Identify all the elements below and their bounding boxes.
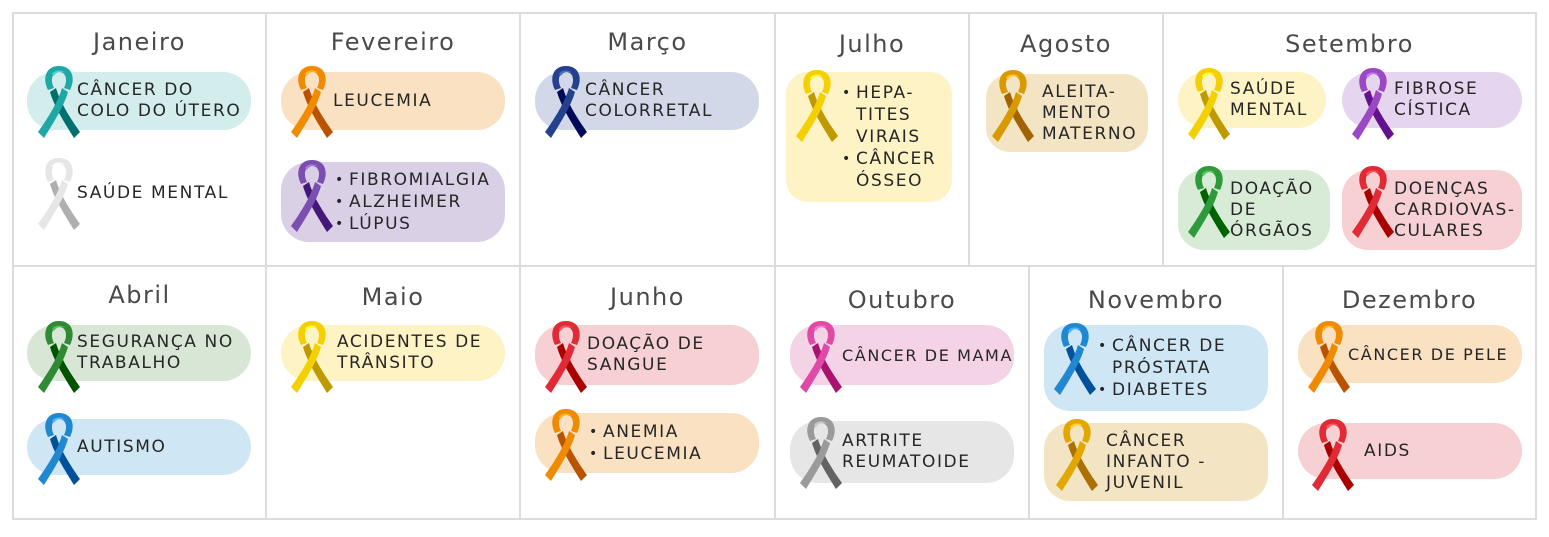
ribbon-icon (992, 70, 1034, 142)
awareness-label: Autismo (77, 436, 167, 457)
ribbon-shape (1061, 323, 1089, 347)
ribbon-shape (999, 70, 1027, 94)
ribbon-shape (45, 321, 73, 345)
ribbon-shape (1359, 166, 1387, 190)
awareness-label: Câncer infanto - juvenil (1106, 430, 1206, 493)
month-may: Maio Acidentes de trânsito (267, 267, 519, 518)
month-november: Novembro Câncer de próstataDiabetes Cânc… (1030, 267, 1282, 518)
ribbon-icon (38, 66, 80, 138)
awareness-list: Câncer de próstataDiabetes (1098, 335, 1248, 401)
awareness-label: Leucemia (333, 90, 433, 111)
ribbon-icon (291, 66, 333, 138)
awareness-label: Acidentes de trânsito (337, 332, 483, 373)
ribbon-shape (552, 409, 580, 433)
ribbon-icon (1188, 68, 1230, 140)
month-april: Abril Segurança no trabalho Autismo (14, 267, 265, 518)
ribbon-icon (545, 66, 587, 138)
awareness-label: Segurança no trabalho (77, 332, 234, 373)
ribbon-icon (1054, 323, 1096, 395)
ribbon-shape (552, 321, 580, 345)
ribbon-shape (807, 417, 835, 441)
awareness-label: Doação de órgãos (1230, 178, 1314, 241)
ribbon-shape (1319, 419, 1347, 443)
ribbon-icon (1352, 68, 1394, 140)
awareness-list: FibromialgiaAlzheimerLúpus (335, 169, 490, 235)
ribbon-icon (1352, 166, 1394, 238)
ribbon-shape (298, 160, 326, 184)
month-march: Março Câncer colorretal (521, 14, 774, 265)
ribbon-shape (807, 321, 835, 345)
awareness-label: Fibrose cística (1394, 79, 1479, 120)
month-september: Setembro Saúde mental Fibrose cística Do… (1164, 14, 1535, 265)
ribbon-icon (291, 160, 333, 232)
ribbon-icon (38, 158, 80, 230)
ribbon-shape (45, 158, 73, 182)
ribbon-icon (291, 321, 333, 393)
awareness-list-item: Lúpus (335, 213, 490, 235)
month-title: Março (607, 28, 688, 56)
awareness-list-item: Diabetes (1098, 379, 1248, 401)
awareness-label: Aleita-mento materno (1042, 81, 1138, 144)
ribbon-shape (803, 70, 831, 94)
ribbon-shape (298, 321, 326, 345)
awareness-list: Hepa-tites viraisCâncer ósseo (842, 82, 942, 192)
ribbon-shape (298, 66, 326, 90)
month-title: Abril (108, 281, 171, 309)
ribbon-icon (545, 409, 587, 481)
month-title: Outubro (847, 286, 957, 314)
month-title: Julho (838, 30, 906, 58)
month-october: Outubro Câncer de mama Artrite reumatoid… (776, 267, 1028, 518)
ribbon-shape (1063, 419, 1091, 443)
ribbon-shape (552, 66, 580, 90)
awareness-label: Câncer do colo do útero (77, 80, 242, 121)
ribbon-shape (1195, 68, 1223, 92)
ribbon-shape (45, 66, 73, 90)
month-june: Junho Doação de sangue AnemiaLeucemia (521, 267, 774, 518)
ribbon-icon (38, 413, 80, 485)
ribbon-shape (45, 413, 73, 437)
month-december: Dezembro Câncer de pele AIDS (1284, 267, 1535, 518)
ribbon-icon (800, 321, 842, 393)
ribbon-shape (1359, 68, 1387, 92)
month-august: Agosto Aleita-mento materno (970, 14, 1162, 265)
awareness-list-item: Câncer ósseo (842, 148, 942, 192)
ribbon-icon (1312, 419, 1354, 491)
month-january: Janeiro Câncer do colo do útero Saúde me… (14, 14, 265, 265)
ribbon-icon (545, 321, 587, 393)
awareness-list-item: Anemia (589, 421, 702, 443)
month-title: Novembro (1087, 286, 1225, 314)
month-title: Setembro (1285, 30, 1414, 58)
awareness-list-item: Alzheimer (335, 191, 490, 213)
awareness-list-item: Hepa-tites virais (842, 82, 942, 148)
ribbon-icon (1308, 321, 1350, 393)
awareness-label: Câncer de mama (842, 345, 1013, 365)
awareness-label: Câncer de pele (1348, 344, 1509, 364)
month-title: Dezembro (1341, 286, 1478, 314)
awareness-label: AIDS (1364, 440, 1411, 461)
ribbon-icon (796, 70, 838, 142)
ribbon-shape (1315, 321, 1343, 345)
awareness-label: Doação de sangue (587, 334, 705, 375)
awareness-label: Saúde mental (1230, 79, 1308, 120)
awareness-list-item: Fibromialgia (335, 169, 490, 191)
awareness-label: Câncer colorretal (585, 80, 714, 121)
month-title: Agosto (1020, 30, 1112, 58)
ribbon-icon (38, 321, 80, 393)
awareness-label: Doenças cardiovas-culares (1394, 178, 1516, 241)
ribbon-shape (1195, 166, 1223, 190)
month-july: Julho Hepa-tites viraisCâncer ósseo (776, 14, 968, 265)
ribbon-icon (800, 417, 842, 489)
month-february: Fevereiro Leucemia FibromialgiaAlzheimer… (267, 14, 519, 265)
awareness-list-item: Câncer de próstata (1098, 335, 1248, 379)
awareness-list-item: Leucemia (589, 443, 702, 465)
ribbon-icon (1056, 419, 1098, 491)
awareness-list: AnemiaLeucemia (589, 421, 702, 465)
month-title: Junho (610, 283, 685, 311)
ribbon-icon (1188, 166, 1230, 238)
awareness-label: Saúde mental (77, 182, 229, 203)
month-title: Fevereiro (330, 28, 456, 56)
awareness-label: Artrite reumatoide (842, 431, 971, 472)
month-title: Janeiro (93, 28, 186, 56)
month-title: Maio (361, 283, 425, 311)
